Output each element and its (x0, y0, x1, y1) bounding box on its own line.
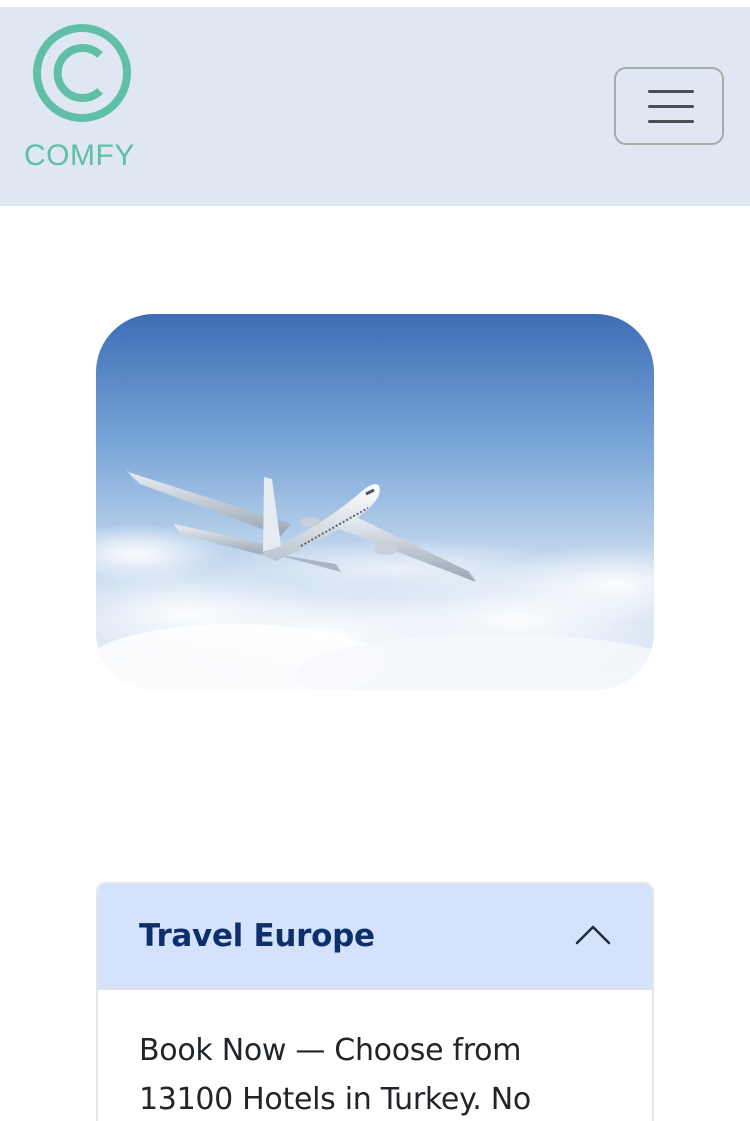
menu-toggle-button[interactable] (614, 67, 724, 145)
page: COMFY Travel Europe Book Now — Choose fr… (0, 0, 750, 1121)
copyright-icon (33, 24, 131, 122)
brand-link[interactable]: COMFY (24, 23, 144, 183)
hero-image (96, 314, 654, 690)
accordion-title: Travel Europe (139, 918, 375, 954)
top-strip (0, 0, 750, 7)
airplane-in-sky-image (96, 314, 654, 690)
brand-name: COMFY (24, 139, 135, 172)
accordion: Travel Europe Book Now — Choose from 131… (96, 882, 654, 1121)
accordion-header-button[interactable]: Travel Europe (98, 884, 652, 990)
navbar: COMFY (0, 7, 750, 206)
accordion-body-text: Book Now — Choose from 13100 Hotels in T… (139, 1033, 531, 1117)
chevron-up-icon (575, 925, 611, 945)
accordion-body: Book Now — Choose from 13100 Hotels in T… (98, 990, 652, 1121)
